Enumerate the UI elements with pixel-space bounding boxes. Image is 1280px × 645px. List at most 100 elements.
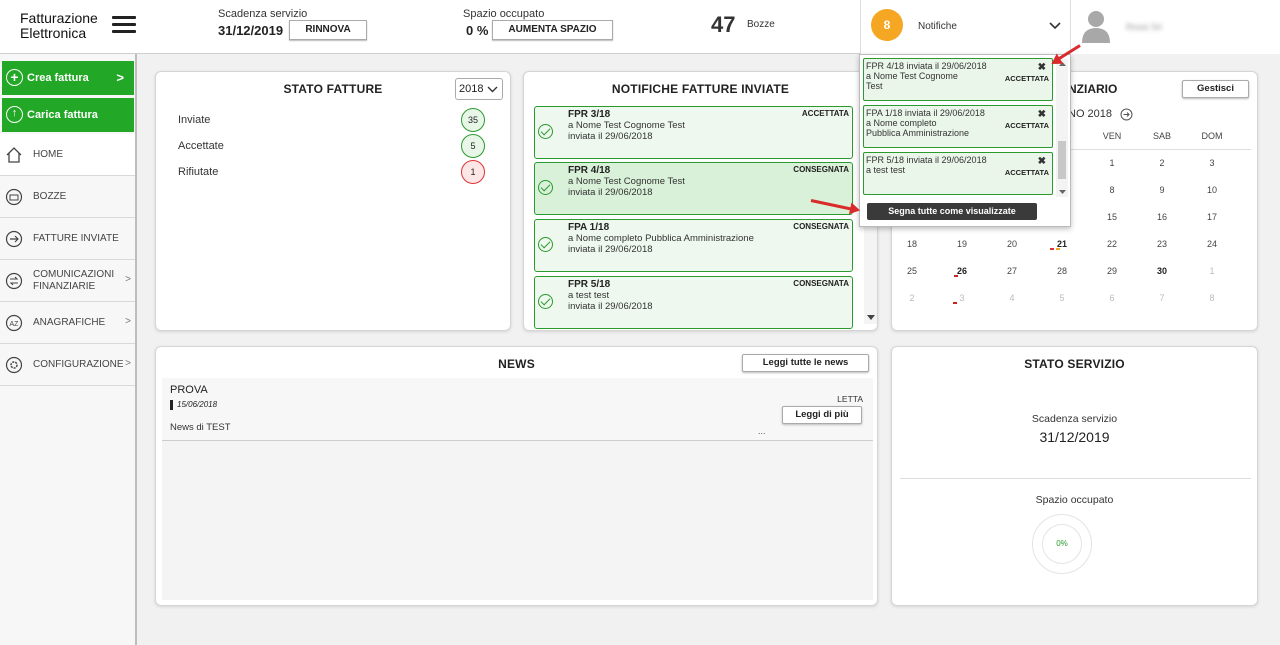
calendar-day[interactable]: 28: [1047, 266, 1077, 276]
scrollbar[interactable]: [1056, 59, 1068, 197]
notifications-dropdown: FPR 4/18 inviata il 29/06/2018 a Nome Te…: [859, 54, 1071, 227]
calendar-day[interactable]: 27: [997, 266, 1027, 276]
scroll-thumb[interactable]: [1058, 141, 1066, 179]
status-badge: ACCETTATA: [801, 109, 849, 118]
calendar-day[interactable]: 19: [947, 239, 977, 249]
calendar-day[interactable]: 4: [997, 293, 1027, 303]
calendar-day[interactable]: 26: [947, 266, 977, 276]
calendar-day[interactable]: 17: [1197, 212, 1227, 222]
scadenza-value: 31/12/2019: [218, 23, 284, 38]
calendar-day[interactable]: 7: [1147, 293, 1177, 303]
calendar-day[interactable]: 20: [997, 239, 1027, 249]
year-select[interactable]: 2018: [455, 78, 503, 100]
rinnova-button[interactable]: RINNOVA: [289, 20, 367, 40]
check-circle-icon: [538, 294, 553, 309]
sidebar-item-bozze[interactable]: BOZZE: [0, 176, 135, 218]
sidebar-item-comunicazioni[interactable]: COMUNICAZIONI FINANZIARIE >: [0, 260, 135, 302]
next-month-icon[interactable]: [1120, 108, 1133, 121]
rifiutate-count[interactable]: 1: [461, 160, 485, 184]
inviate-count[interactable]: 35: [461, 108, 485, 132]
calendar-day[interactable]: 5: [1047, 293, 1077, 303]
scadenza-servizio-value: 31/12/2019: [1039, 429, 1110, 445]
scroll-down-icon[interactable]: [1059, 190, 1066, 194]
crea-fattura-button[interactable]: + Crea fattura >: [2, 61, 134, 95]
calendar-day[interactable]: 2: [897, 293, 927, 303]
close-icon[interactable]: ✖: [1038, 62, 1046, 73]
accettate-count[interactable]: 5: [461, 134, 485, 158]
scadenza-label: Scadenza servizio: [218, 8, 308, 20]
spazio-value: 0 %: [466, 23, 489, 38]
calendar-day[interactable]: 30: [1147, 266, 1177, 276]
calendar-day[interactable]: 15: [1097, 212, 1127, 222]
sidebar: + Crea fattura > ↑ Carica fattura HOME B…: [0, 54, 137, 645]
inviate-label: Inviate: [178, 114, 211, 126]
notification-item[interactable]: FPR 5/18 inviata il 29/06/2018 a test te…: [863, 152, 1053, 195]
upload-circle-icon: ↑: [6, 106, 23, 123]
sidebar-item-anagrafiche[interactable]: AZ ANAGRAFICHE >: [0, 302, 135, 344]
carica-fattura-button[interactable]: ↑ Carica fattura: [2, 98, 134, 132]
status-badge: ACCETTATA: [1004, 74, 1049, 83]
leggi-di-piu-button[interactable]: Leggi di più: [782, 406, 862, 424]
chevron-right-icon: >: [125, 274, 131, 285]
list-item[interactable]: FPR 5/18 a test test inviata il 29/06/20…: [534, 276, 853, 329]
event-marker: [953, 302, 957, 304]
gestisci-button[interactable]: Gestisci: [1182, 80, 1249, 98]
calendar-day[interactable]: 6: [1097, 293, 1127, 303]
sidebar-item-configurazione[interactable]: CONFIGURAZIONE >: [0, 344, 135, 386]
app-title-line2: Elettronica: [20, 25, 87, 41]
calendar-day[interactable]: 24: [1197, 239, 1227, 249]
app-logo[interactable]: Fatturazione Elettronica: [20, 11, 98, 41]
calendar-day[interactable]: 22: [1097, 239, 1127, 249]
calendar-day[interactable]: 3: [947, 293, 977, 303]
calendar-day[interactable]: 8: [1197, 293, 1227, 303]
notification-item[interactable]: FPA 1/18 inviata il 29/06/2018 a Nome co…: [863, 105, 1053, 148]
close-icon[interactable]: ✖: [1038, 156, 1046, 167]
calendar-day[interactable]: 8: [1097, 185, 1127, 195]
calendar-day[interactable]: 1: [1097, 158, 1127, 168]
check-circle-icon: [538, 237, 553, 252]
scadenza-servizio-label: Scadenza servizio: [1031, 413, 1118, 425]
aumenta-spazio-button[interactable]: AUMENTA SPAZIO: [492, 20, 613, 40]
chevron-down-icon: [1049, 22, 1061, 30]
calendar-day[interactable]: 9: [1147, 185, 1177, 195]
calendar-day[interactable]: 23: [1147, 239, 1177, 249]
user-avatar-icon: [1082, 11, 1110, 43]
calendar-day[interactable]: 10: [1197, 185, 1227, 195]
spazio-gauge: 0%: [1032, 514, 1092, 574]
mark-all-read-button[interactable]: Segna tutte come visualizzate: [867, 203, 1037, 220]
news-card: NEWS Leggi tutte le news PROVA 15/06/201…: [155, 346, 878, 606]
user-menu[interactable]: Rossi Srl: [1070, 0, 1280, 54]
notifiche-inviate-title: NOTIFICHE FATTURE INVIATE: [611, 82, 790, 96]
calendar-day[interactable]: 1: [1197, 266, 1227, 276]
news-item-body: News di TEST: [170, 422, 231, 433]
news-list: PROVA 15/06/2018 LETTA Leggi di più News…: [162, 378, 873, 600]
weekday-label: DOM: [1201, 131, 1223, 141]
calendar-day[interactable]: 25: [897, 266, 927, 276]
status-badge: ACCETTATA: [1004, 168, 1049, 177]
az-icon: AZ: [5, 314, 23, 332]
bozze-label[interactable]: Bozze: [747, 19, 775, 30]
calendar-day[interactable]: 29: [1097, 266, 1127, 276]
spazio-label: Spazio occupato: [463, 8, 545, 20]
stato-servizio-card: STATO SERVIZIO Scadenza servizio 31/12/2…: [891, 346, 1258, 606]
notification-item[interactable]: FPR 4/18 inviata il 29/06/2018 a Nome Te…: [863, 58, 1053, 101]
top-header: Fatturazione Elettronica Scadenza serviz…: [0, 0, 1280, 54]
close-icon[interactable]: ✖: [1038, 109, 1046, 120]
scroll-down-icon[interactable]: [867, 315, 875, 320]
list-item[interactable]: FPA 1/18 a Nome completo Pubblica Ammini…: [534, 219, 853, 272]
sidebar-item-fatture-inviate[interactable]: FATTURE INVIATE: [0, 218, 135, 260]
calendar-day[interactable]: 3: [1197, 158, 1227, 168]
menu-icon[interactable]: [112, 16, 136, 34]
sidebar-item-label: ANAGRAFICHE: [33, 317, 106, 328]
list-item[interactable]: FPR 3/18 a Nome Test Cognome Test inviat…: [534, 106, 853, 159]
sidebar-item-label: COMUNICAZIONI FINANZIARIE: [33, 269, 115, 292]
notifications-toggle[interactable]: 8 Notifiche: [860, 0, 1070, 54]
calendar-day[interactable]: 18: [897, 239, 927, 249]
calendar-day[interactable]: 2: [1147, 158, 1177, 168]
leggi-tutte-news-button[interactable]: Leggi tutte le news: [742, 354, 869, 372]
calendar-day[interactable]: 16: [1147, 212, 1177, 222]
notifications-label: Notifiche: [918, 21, 957, 32]
bozze-count[interactable]: 47: [711, 12, 735, 38]
sidebar-item-home[interactable]: HOME: [0, 134, 135, 176]
list-item[interactable]: FPR 4/18 a Nome Test Cognome Test inviat…: [534, 162, 853, 215]
